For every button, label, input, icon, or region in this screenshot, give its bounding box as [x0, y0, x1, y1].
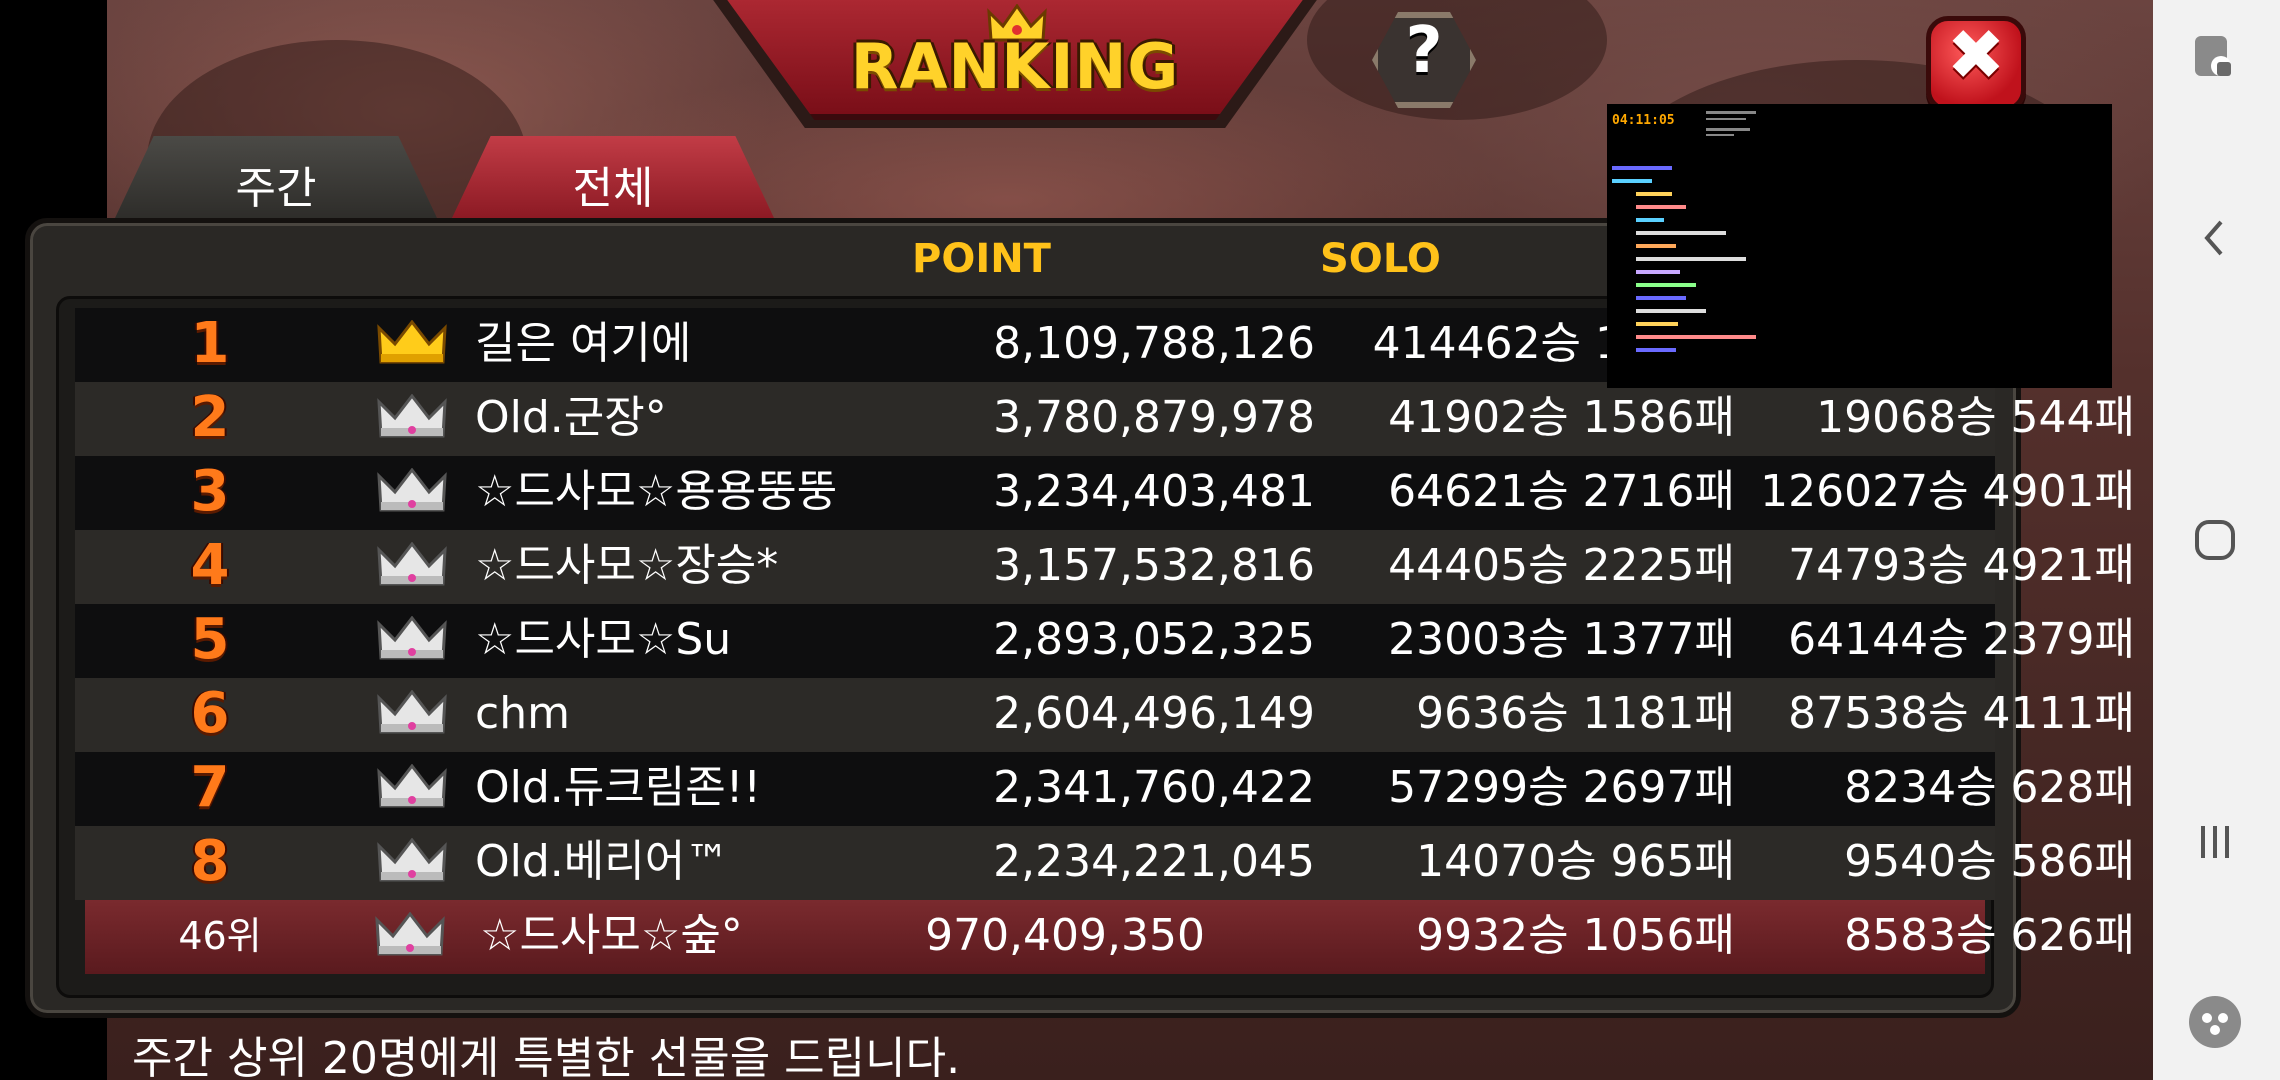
tab-all-label[interactable]: 전체 [452, 152, 774, 216]
player-team: 126027승 4901패 [1760, 466, 2135, 517]
ranking-row[interactable]: 3 ☆드사모☆용용뚱뚱 3,234,403,481 64621승 2716패 1… [75, 456, 2135, 530]
home-icon[interactable] [2185, 510, 2245, 570]
player-solo: 57299승 2697패 [1388, 762, 1735, 813]
player-team: 64144승 2379패 [1788, 614, 2135, 665]
player-solo: 44405승 2225패 [1388, 540, 1735, 591]
my-solo: 9932승 1056패 [1416, 910, 1735, 961]
player-name: Old.군장° [475, 392, 667, 443]
rank-number: 4 [190, 533, 230, 598]
close-icon[interactable]: ✖ [1926, 14, 2026, 96]
silver-crown-icon [375, 912, 445, 956]
player-point: 2,341,760,422 [993, 762, 1315, 813]
my-point: 970,409,350 [925, 910, 1205, 961]
chat-log-graphic [1612, 111, 1756, 352]
silver-crown-icon [377, 838, 447, 882]
ranking-row[interactable]: 2 Old.군장° 3,780,879,978 41902승 1586패 190… [75, 382, 2135, 456]
ranking-row[interactable]: 7 Old.듀크림존!! 2,341,760,422 57299승 2697패 … [75, 752, 2135, 826]
column-header-point: POINT [912, 236, 1051, 282]
player-name: 길은 여기에 [475, 318, 692, 369]
player-team: 8234승 628패 [1844, 762, 2135, 813]
back-icon[interactable] [2185, 208, 2245, 268]
game-tools-icon[interactable] [2185, 992, 2245, 1052]
page-title: RANKING [850, 30, 1180, 103]
footer-note: 주간 상위 20명에게 특별한 선물을 드립니다. [132, 1033, 961, 1080]
player-point: 2,893,052,325 [993, 614, 1315, 665]
tab-weekly-label[interactable]: 주간 [115, 152, 437, 216]
player-team: 19068승 544패 [1816, 392, 2135, 443]
column-header-solo: SOLO [1320, 236, 1441, 282]
my-ranking-row[interactable]: 46위 ☆드사모☆숲° 970,409,350 9932승 1056패 8583… [85, 900, 2135, 974]
silver-crown-icon [377, 394, 447, 438]
ranking-row[interactable]: 6 chm 2,604,496,149 9636승 1181패 87538승 4… [75, 678, 2135, 752]
ranking-row[interactable]: 4 ☆드사모☆장승* 3,157,532,816 44405승 2225패 74… [75, 530, 2135, 604]
player-name: chm [475, 688, 570, 739]
my-rank: 46위 [178, 914, 262, 958]
silver-crown-icon [377, 468, 447, 512]
ranking-row[interactable]: 5 ☆드사모☆Su 2,893,052,325 23003승 1377패 641… [75, 604, 2135, 678]
rank-number: 3 [190, 459, 230, 524]
silver-crown-icon [377, 690, 447, 734]
rank-number: 8 [190, 829, 230, 894]
player-point: 3,780,879,978 [993, 392, 1315, 443]
player-point: 2,234,221,045 [993, 836, 1315, 887]
rank-number: 5 [190, 607, 230, 672]
rank-number: 6 [190, 681, 230, 746]
rank-number: 2 [190, 385, 230, 450]
gold-crown-icon [377, 320, 447, 364]
player-name: Old.듀크림존!! [475, 762, 761, 813]
ranking-row[interactable]: 8 Old.베리어™ 2,234,221,045 14070승 965패 954… [75, 826, 2135, 900]
player-team: 9540승 586패 [1844, 836, 2135, 887]
player-name: ☆드사모☆장승* [475, 540, 779, 591]
player-solo: 14070승 965패 [1416, 836, 1735, 887]
silver-crown-icon [377, 542, 447, 586]
player-name: ☆드사모☆Su [475, 614, 732, 665]
player-solo: 41902승 1586패 [1388, 392, 1735, 443]
player-point: 2,604,496,149 [993, 688, 1315, 739]
player-point: 3,234,403,481 [993, 466, 1315, 517]
recents-icon[interactable] [2185, 812, 2245, 872]
rank-number: 7 [190, 755, 230, 820]
help-icon[interactable]: ? [1372, 14, 1476, 88]
player-point: 3,157,532,816 [993, 540, 1315, 591]
rank-number: 1 [190, 311, 230, 376]
player-team: 74793승 4921패 [1788, 540, 2135, 591]
player-solo: 23003승 1377패 [1388, 614, 1735, 665]
silver-crown-icon [377, 764, 447, 808]
player-point: 8,109,788,126 [993, 318, 1315, 369]
touch-lock-icon[interactable] [2185, 28, 2245, 88]
my-team: 8583승 626패 [1844, 910, 2135, 961]
player-team: 87538승 4111패 [1788, 688, 2135, 739]
player-solo: 64621승 2716패 [1388, 466, 1735, 517]
silver-crown-icon [377, 616, 447, 660]
player-solo: 9636승 1181패 [1416, 688, 1735, 739]
player-name: Old.베리어™ [475, 836, 730, 887]
